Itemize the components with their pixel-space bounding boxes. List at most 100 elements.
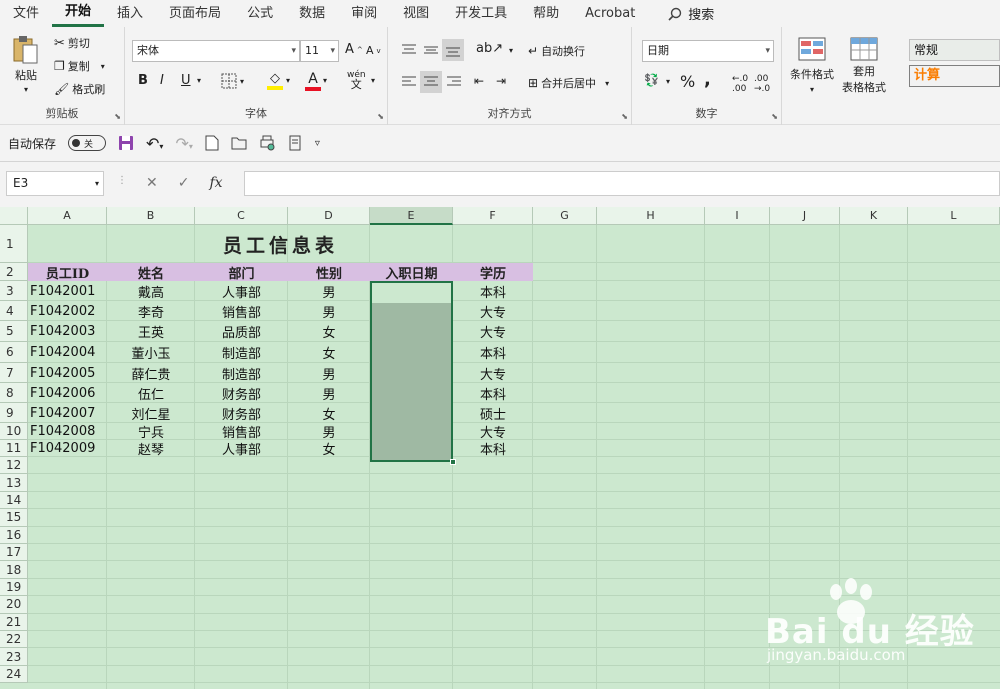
menu-view[interactable]: 视图 — [390, 0, 442, 27]
font-name-select[interactable]: 宋体 ▾ — [132, 40, 300, 62]
font-size-select[interactable]: 11 ▾ — [300, 40, 339, 62]
open-folder-icon[interactable] — [231, 136, 247, 150]
row-header-10[interactable]: 10 — [0, 423, 28, 440]
menu-developer[interactable]: 开发工具 — [442, 0, 520, 27]
row-header-13[interactable]: 13 — [0, 474, 28, 492]
table-cell[interactable]: 销售部 — [195, 423, 288, 441]
number-format-select[interactable]: 日期 ▾ — [642, 40, 774, 62]
row-header-2[interactable]: 2 — [0, 263, 28, 281]
row-header-3[interactable]: 3 — [0, 281, 28, 301]
table-header-cell[interactable]: 部门 — [195, 263, 288, 282]
active-cell-e3[interactable] — [372, 283, 451, 303]
row-header-4[interactable]: 4 — [0, 301, 28, 321]
table-cell[interactable]: 李奇 — [107, 301, 195, 321]
dialog-launcher-icon[interactable]: ⬊ — [771, 112, 778, 121]
column-header-g[interactable]: G — [533, 207, 597, 225]
row-header-18[interactable]: 18 — [0, 561, 28, 579]
table-cell[interactable]: 本科 — [453, 281, 533, 301]
table-header-cell[interactable]: 员工ID — [28, 263, 107, 282]
table-cell[interactable]: 伍仁 — [107, 383, 195, 403]
autosave-toggle[interactable]: 关 — [68, 135, 107, 151]
currency-icon[interactable]: 💱 — [644, 73, 659, 87]
row-header-23[interactable]: 23 — [0, 648, 28, 666]
table-cell[interactable]: 赵琴 — [107, 440, 195, 458]
row-header-15[interactable]: 15 — [0, 509, 28, 527]
row-header-24[interactable]: 24 — [0, 665, 28, 684]
table-cell[interactable]: 硕士 — [453, 403, 533, 423]
table-cell[interactable]: F1042002 — [30, 301, 109, 321]
increase-font-button[interactable]: A ^ — [345, 42, 363, 57]
decrease-font-button[interactable]: Av — [366, 44, 381, 57]
decrease-decimal-icon[interactable]: .00 →.0 — [754, 74, 770, 94]
table-cell[interactable]: 销售部 — [195, 301, 288, 321]
table-cell[interactable]: 人事部 — [195, 440, 288, 458]
align-center-button[interactable] — [420, 71, 442, 93]
table-cell[interactable]: 男 — [288, 423, 370, 441]
row-header-9[interactable]: 9 — [0, 403, 28, 423]
column-header-e[interactable]: E — [370, 207, 453, 225]
menu-formulas[interactable]: 公式 — [234, 0, 286, 27]
chevron-down-icon[interactable]: ▾ — [509, 46, 513, 55]
table-header-cell[interactable]: 学历 — [453, 263, 533, 282]
table-cell[interactable]: 男 — [288, 383, 370, 403]
table-cell[interactable]: 男 — [288, 301, 370, 321]
table-cell[interactable]: 女 — [288, 342, 370, 363]
row-header-19[interactable]: 19 — [0, 578, 28, 597]
table-cell[interactable]: F1042007 — [30, 403, 109, 423]
table-cell[interactable]: 本科 — [453, 440, 533, 458]
select-all-corner[interactable] — [0, 207, 28, 225]
column-header-b[interactable]: B — [107, 207, 195, 225]
table-cell[interactable]: 本科 — [453, 342, 533, 363]
table-cell[interactable]: F1042004 — [30, 342, 109, 363]
column-header-l[interactable]: L — [908, 207, 1000, 225]
align-bottom-button[interactable] — [442, 39, 464, 61]
column-header-f[interactable]: F — [453, 207, 533, 225]
chevron-down-icon[interactable]: ▾ — [286, 76, 290, 85]
print-icon[interactable] — [287, 135, 303, 151]
table-cell[interactable]: 女 — [288, 321, 370, 342]
style-calculation[interactable]: 计算 — [909, 65, 1000, 87]
increase-decimal-icon[interactable]: ←.0.00 — [732, 74, 748, 94]
menu-insert[interactable]: 插入 — [104, 0, 156, 27]
column-header-k[interactable]: K — [840, 207, 908, 225]
table-cell[interactable]: 宁兵 — [107, 423, 195, 441]
chevron-down-icon[interactable]: ▾ — [666, 77, 670, 86]
row-header-22[interactable]: 22 — [0, 631, 28, 649]
column-header-i[interactable]: I — [705, 207, 770, 225]
dialog-launcher-icon[interactable]: ⬊ — [621, 112, 628, 121]
phonetic-button[interactable]: wén 文 — [347, 71, 366, 91]
table-cell[interactable]: 人事部 — [195, 281, 288, 301]
table-header-cell[interactable]: 性别 — [288, 263, 370, 282]
comma-button[interactable]: , — [704, 69, 711, 90]
chevron-down-icon[interactable]: ▾ — [371, 76, 375, 85]
enter-icon[interactable]: ✓ — [178, 171, 190, 196]
table-cell[interactable]: 本科 — [453, 383, 533, 403]
style-normal[interactable]: 常规 — [909, 39, 1000, 61]
table-cell[interactable]: 男 — [288, 281, 370, 301]
new-file-icon[interactable] — [205, 135, 219, 151]
table-cell[interactable]: 大专 — [453, 363, 533, 383]
table-cell[interactable]: 制造部 — [195, 342, 288, 363]
column-header-j[interactable]: J — [770, 207, 840, 225]
table-cell[interactable]: F1042006 — [30, 383, 109, 403]
table-cell[interactable]: 董小玉 — [107, 342, 195, 363]
menu-page-layout[interactable]: 页面布局 — [156, 0, 234, 27]
chevron-down-icon[interactable]: ▾ — [197, 76, 201, 85]
row-header-12[interactable]: 12 — [0, 457, 28, 475]
table-cell[interactable]: 财务部 — [195, 403, 288, 423]
underline-button[interactable]: U — [181, 73, 191, 88]
chevron-down-icon[interactable]: ▾ — [323, 76, 327, 85]
save-icon[interactable] — [118, 135, 134, 151]
fill-handle[interactable] — [450, 459, 456, 465]
column-header-c[interactable]: C — [195, 207, 288, 225]
format-as-table-button[interactable]: 套用 表格格式 — [842, 37, 886, 95]
sheet-title[interactable]: 员工信息表 — [28, 225, 533, 263]
row-header-14[interactable]: 14 — [0, 491, 28, 510]
column-header-d[interactable]: D — [288, 207, 370, 225]
customize-qat-icon[interactable]: ▿ — [315, 138, 320, 149]
row-header-5[interactable]: 5 — [0, 321, 28, 342]
increase-indent-icon[interactable]: ⇥ — [496, 74, 506, 88]
dialog-launcher-icon[interactable]: ⬊ — [114, 112, 121, 121]
table-cell[interactable]: F1042008 — [30, 423, 109, 440]
row-header-6[interactable]: 6 — [0, 342, 28, 363]
